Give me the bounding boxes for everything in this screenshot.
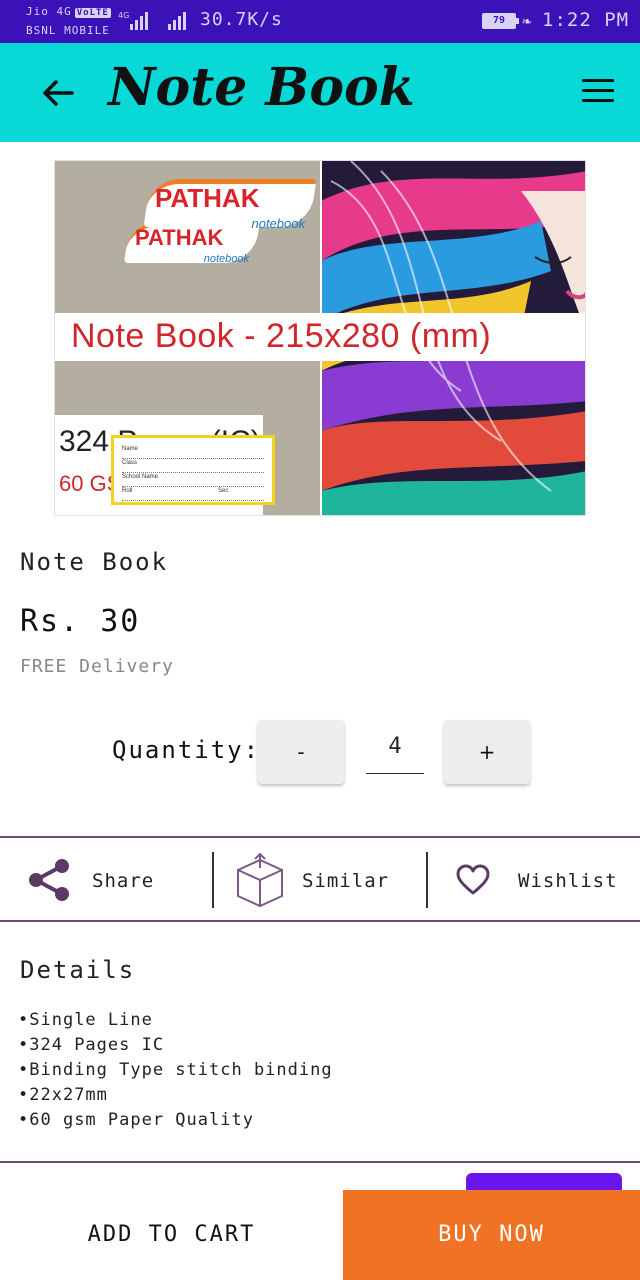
menu-line — [582, 89, 614, 92]
size-banner: Note Book - 215x280 (mm) — [55, 313, 585, 361]
page-title: Note Book — [108, 57, 415, 118]
banner-text: Note Book - 215x280 (mm) — [71, 317, 492, 355]
status-bar: Jio 4G VoLTE BSNL MOBILE 4G 30.7K/s 79 ❧ … — [0, 0, 640, 43]
action-separator — [212, 852, 214, 908]
action-separator — [426, 852, 428, 908]
volte-badge: VoLTE — [74, 8, 111, 18]
network-speed: 30.7K/s — [200, 9, 283, 30]
wishlist-button[interactable]: Wishlist — [456, 852, 626, 912]
divider-bottom — [0, 920, 640, 922]
app-bar: Note Book — [0, 43, 640, 142]
quantity-label: Quantity: — [112, 736, 261, 764]
details-item: Binding Type stitch binding — [18, 1058, 333, 1083]
signal-icon-2 — [168, 12, 186, 30]
details-item: 60 gsm Paper Quality — [18, 1108, 333, 1133]
power-saver-icon: ❧ — [522, 11, 532, 30]
network-4g-label: 4G — [118, 11, 129, 20]
carrier-jio: Jio 4G — [26, 5, 72, 18]
product-price: Rs. 30 — [20, 604, 141, 639]
add-to-cart-button[interactable]: ADD TO CART — [0, 1190, 343, 1280]
carrier-line1: Jio 4G VoLTE — [26, 5, 111, 18]
hamburger-menu-icon — [582, 79, 614, 82]
details-item: 324 Pages IC — [18, 1033, 333, 1058]
similar-label: Similar — [302, 870, 390, 892]
similar-button[interactable]: Similar — [234, 852, 414, 912]
quantity-input[interactable]: 4 — [366, 734, 424, 774]
brand-sub: notebook — [203, 253, 249, 265]
quantity-increase-button[interactable]: + — [444, 720, 530, 784]
divider-details — [0, 1161, 640, 1163]
name-label-box: Name Class School Name Roll Sec — [111, 435, 275, 505]
share-label: Share — [92, 870, 155, 892]
label-field: Name — [122, 446, 264, 459]
brand-sub: notebook — [251, 216, 306, 231]
label-field-roll: Roll Sec — [122, 488, 264, 501]
details-list: Single Line 324 Pages IC Binding Type st… — [18, 1008, 333, 1133]
carrier-bsnl: BSNL MOBILE — [26, 24, 110, 37]
delivery-info: FREE Delivery — [20, 656, 174, 677]
details-title: Details — [20, 956, 136, 984]
details-item: 22x27mm — [18, 1083, 333, 1108]
signal-icon: 4G — [118, 11, 148, 30]
wishlist-label: Wishlist — [518, 870, 618, 892]
label-field: Sec — [218, 488, 229, 494]
product-name: Note Book — [20, 548, 169, 576]
battery-icon: 79 — [482, 13, 519, 29]
share-icon — [29, 859, 69, 901]
quantity-decrease-button[interactable]: - — [258, 720, 344, 784]
label-field: Roll — [122, 488, 133, 494]
clock: 1:22 PM — [542, 9, 630, 31]
menu-button[interactable] — [582, 79, 620, 109]
label-field: Class — [122, 460, 264, 473]
arrow-left-icon — [43, 80, 74, 106]
share-button[interactable]: Share — [26, 852, 196, 912]
brand-logo-right: PATHAK notebook — [143, 173, 317, 233]
brand-name: PATHAK — [155, 183, 260, 213]
back-button[interactable] — [38, 73, 78, 113]
label-field: School Name — [122, 474, 264, 487]
menu-line — [582, 99, 614, 102]
buy-now-button[interactable]: BUY NOW — [343, 1190, 640, 1280]
details-item: Single Line — [18, 1008, 333, 1033]
heart-icon — [456, 864, 490, 895]
divider-top — [0, 836, 640, 838]
box-icon — [237, 852, 283, 908]
product-image[interactable]: PATHAK notebook PATHAK notebook Note Boo… — [54, 160, 586, 516]
